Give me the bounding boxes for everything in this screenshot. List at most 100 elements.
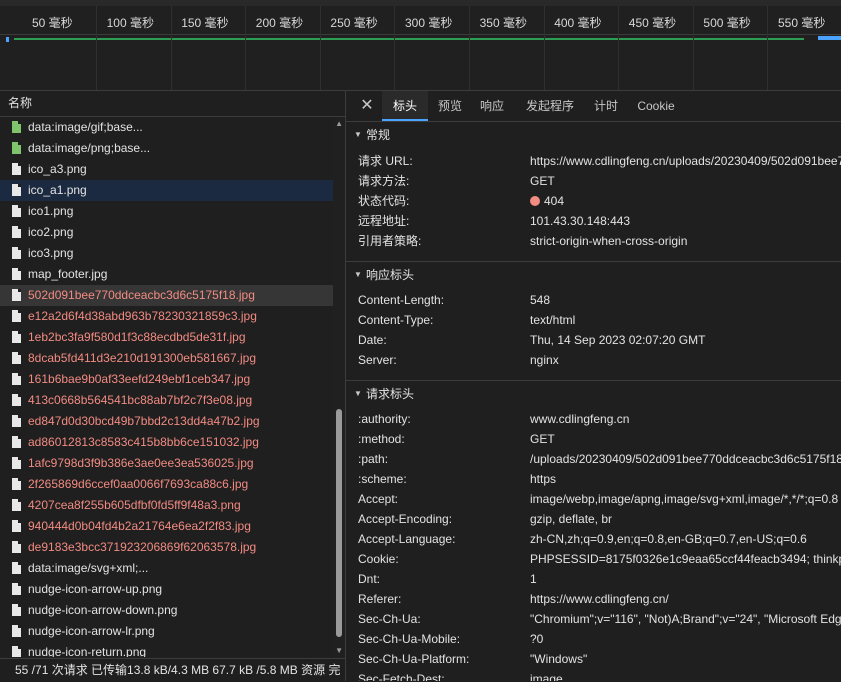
header-value[interactable]: zh-CN,zh;q=0.9,en;q=0.8,en-GB;q=0.7,en-U… <box>530 529 807 549</box>
request-row[interactable]: de9183e3bcc371923206869f62063578.jpg <box>0 537 345 558</box>
request-name: 1eb2bc3fa9f580d1f3c88ecdbd5de31f.jpg <box>28 330 246 344</box>
section-title: 响应标头 <box>366 268 415 282</box>
request-row[interactable]: ico2.png <box>0 222 345 243</box>
image-file-icon <box>12 541 21 553</box>
header-value[interactable]: https://www.cdlingfeng.cn/ <box>530 589 669 609</box>
request-row[interactable]: 161b6bae9b0af33eefd249ebf1ceb347.jpg <box>0 369 345 390</box>
request-row[interactable]: nudge-icon-arrow-up.png <box>0 579 345 600</box>
image-file-icon <box>12 331 21 343</box>
image-data-icon <box>12 121 21 133</box>
header-row: Content-Length: 548 <box>346 290 841 310</box>
header-value[interactable]: "Windows" <box>530 649 587 669</box>
scrollbar-thumb[interactable] <box>336 409 342 637</box>
tab-initiator[interactable]: 发起程序 <box>520 91 580 121</box>
request-list-scrollbar[interactable]: ▲ ▼ <box>333 117 345 657</box>
timeline-tick-label: 400 毫秒 <box>554 16 602 30</box>
request-row[interactable]: ed847d0d30bcd49b7bbd2c13dd4a47b2.jpg <box>0 411 345 432</box>
timeline-tick-label: 100 毫秒 <box>106 16 154 30</box>
request-row[interactable]: nudge-icon-arrow-lr.png <box>0 621 345 642</box>
header-value[interactable]: gzip, deflate, br <box>530 509 612 529</box>
request-row[interactable]: data:image/png;base... <box>0 138 345 159</box>
request-name: 161b6bae9b0af33eefd249ebf1ceb347.jpg <box>28 372 251 386</box>
column-header-name[interactable]: 名称 <box>0 91 345 117</box>
request-row[interactable]: 940444d0b04fd4b2a21764e6ea2f2f83.jpg <box>0 516 345 537</box>
request-row[interactable]: nudge-icon-arrow-down.png <box>0 600 345 621</box>
expand-triangle-icon: ▼ <box>354 130 362 139</box>
header-value[interactable]: 101.43.30.148:443 <box>530 211 630 231</box>
request-row[interactable]: map_footer.jpg <box>0 264 345 285</box>
header-value[interactable]: text/html <box>530 310 575 330</box>
image-file-icon <box>12 478 21 490</box>
header-row: :authority: www.cdlingfeng.cn <box>346 409 841 429</box>
header-value[interactable]: PHPSESSID=8175f0326e1c9eaa65ccf44feacb34… <box>530 549 841 569</box>
request-row[interactable]: ico1.png <box>0 201 345 222</box>
timeline-gridline <box>469 6 470 90</box>
header-key: 请求方法: <box>358 174 410 188</box>
request-row[interactable]: nudge-icon-return.png <box>0 642 345 657</box>
section-request-headers[interactable]: ▼ 请求标头 <box>346 380 841 407</box>
request-name: ad86012813c8583c415b8bb6ce151032.jpg <box>28 435 259 449</box>
request-row[interactable]: ad86012813c8583c415b8bb6ce151032.jpg <box>0 432 345 453</box>
request-row[interactable]: 502d091bee770ddceacbc3d6c5175f18.jpg <box>0 285 345 306</box>
timeline-gridline <box>543 6 545 90</box>
scroll-down-icon[interactable]: ▼ <box>335 646 343 655</box>
header-key: Sec-Ch-Ua: <box>358 612 421 626</box>
timeline-tick-label: 250 毫秒 <box>330 16 378 30</box>
request-name: map_footer.jpg <box>28 267 108 281</box>
status-code: 404 <box>544 194 565 208</box>
scroll-up-icon[interactable]: ▲ <box>335 119 343 128</box>
request-name: de9183e3bcc371923206869f62063578.jpg <box>28 540 257 554</box>
header-value[interactable]: image <box>530 669 563 681</box>
section-general[interactable]: ▼ 常规 <box>346 122 841 148</box>
header-value[interactable]: /uploads/20230409/502d091bee770ddceacbc3… <box>530 449 841 469</box>
tab-timing[interactable]: 计时 <box>588 91 624 121</box>
header-value[interactable]: www.cdlingfeng.cn <box>530 409 629 429</box>
header-value[interactable]: https <box>530 469 556 489</box>
tab-label: Cookie <box>637 99 675 113</box>
request-row[interactable]: 1eb2bc3fa9f580d1f3c88ecdbd5de31f.jpg <box>0 327 345 348</box>
header-value[interactable]: nginx <box>530 350 559 370</box>
header-value[interactable]: https://www.cdlingfeng.cn/uploads/202304… <box>530 151 841 171</box>
timeline-request-bar-blue <box>818 36 841 40</box>
request-row[interactable]: 8dcab5fd411d3e210d191300eb581667.jpg <box>0 348 345 369</box>
request-row[interactable]: ico_a3.png <box>0 159 345 180</box>
timeline-overview[interactable]: 50 毫秒 100 毫秒 150 毫秒 200 毫秒 250 毫秒 300 毫秒 350 毫… <box>0 6 841 91</box>
close-icon[interactable]: ✕ <box>358 97 376 115</box>
tab-headers[interactable]: 标头 <box>382 91 428 121</box>
timeline-gridline <box>767 6 769 90</box>
header-value[interactable]: 404 <box>530 191 564 211</box>
header-value[interactable]: 548 <box>530 290 550 310</box>
header-value[interactable]: GET <box>530 171 555 191</box>
request-name: 413c0668b564541bc88ab7bf2c7f3e08.jpg <box>28 393 253 407</box>
tab-cookies[interactable]: Cookie <box>632 91 680 121</box>
request-row[interactable]: ico3.png <box>0 243 345 264</box>
tab-response[interactable]: 响应 <box>474 91 510 121</box>
request-row[interactable]: e12a2d6f4d38abd963b78230321859c3.jpg <box>0 306 345 327</box>
status-bar: 55 /71 次请求 已传输13.8 kB/4.3 MB 67.7 kB /5.… <box>0 658 360 682</box>
header-value[interactable]: "Chromium";v="116", "Not)A;Brand";v="24"… <box>530 609 841 629</box>
image-file-icon <box>12 646 21 657</box>
request-row[interactable]: 413c0668b564541bc88ab7bf2c7f3e08.jpg <box>0 390 345 411</box>
request-list-body: data:image/gif;base... data:image/png;bas… <box>0 117 345 657</box>
header-key: Referer: <box>358 592 402 606</box>
header-row: 状态代码: 404 <box>346 191 841 211</box>
request-row[interactable]: 4207cea8f255b605dfbf0fd5ff9f48a3.png <box>0 495 345 516</box>
tab-preview[interactable]: 预览 <box>432 91 468 121</box>
header-value[interactable]: image/webp,image/apng,image/svg+xml,imag… <box>530 489 838 509</box>
request-name: nudge-icon-arrow-down.png <box>28 603 178 617</box>
header-value[interactable]: Thu, 14 Sep 2023 02:07:20 GMT <box>530 330 705 350</box>
request-row[interactable]: ico_a1.png <box>0 180 345 201</box>
header-value[interactable]: GET <box>530 429 555 449</box>
request-row[interactable]: data:image/gif;base... <box>0 117 345 138</box>
header-key: 状态代码: <box>358 194 410 208</box>
image-file-icon <box>12 415 21 427</box>
status-error-icon <box>530 196 540 206</box>
request-row[interactable]: data:image/svg+xml;... <box>0 558 345 579</box>
request-row[interactable]: 1afc9798d3f9b386e3ae0ee3ea536025.jpg <box>0 453 345 474</box>
header-value[interactable]: strict-origin-when-cross-origin <box>530 231 687 251</box>
section-response-headers[interactable]: ▼ 响应标头 <box>346 261 841 288</box>
section-title: 常规 <box>366 128 391 142</box>
request-row[interactable]: 2f265869d6ccef0aa0066f7693ca88c6.jpg <box>0 474 345 495</box>
header-value[interactable]: ?0 <box>530 629 543 649</box>
header-value[interactable]: 1 <box>530 569 537 589</box>
